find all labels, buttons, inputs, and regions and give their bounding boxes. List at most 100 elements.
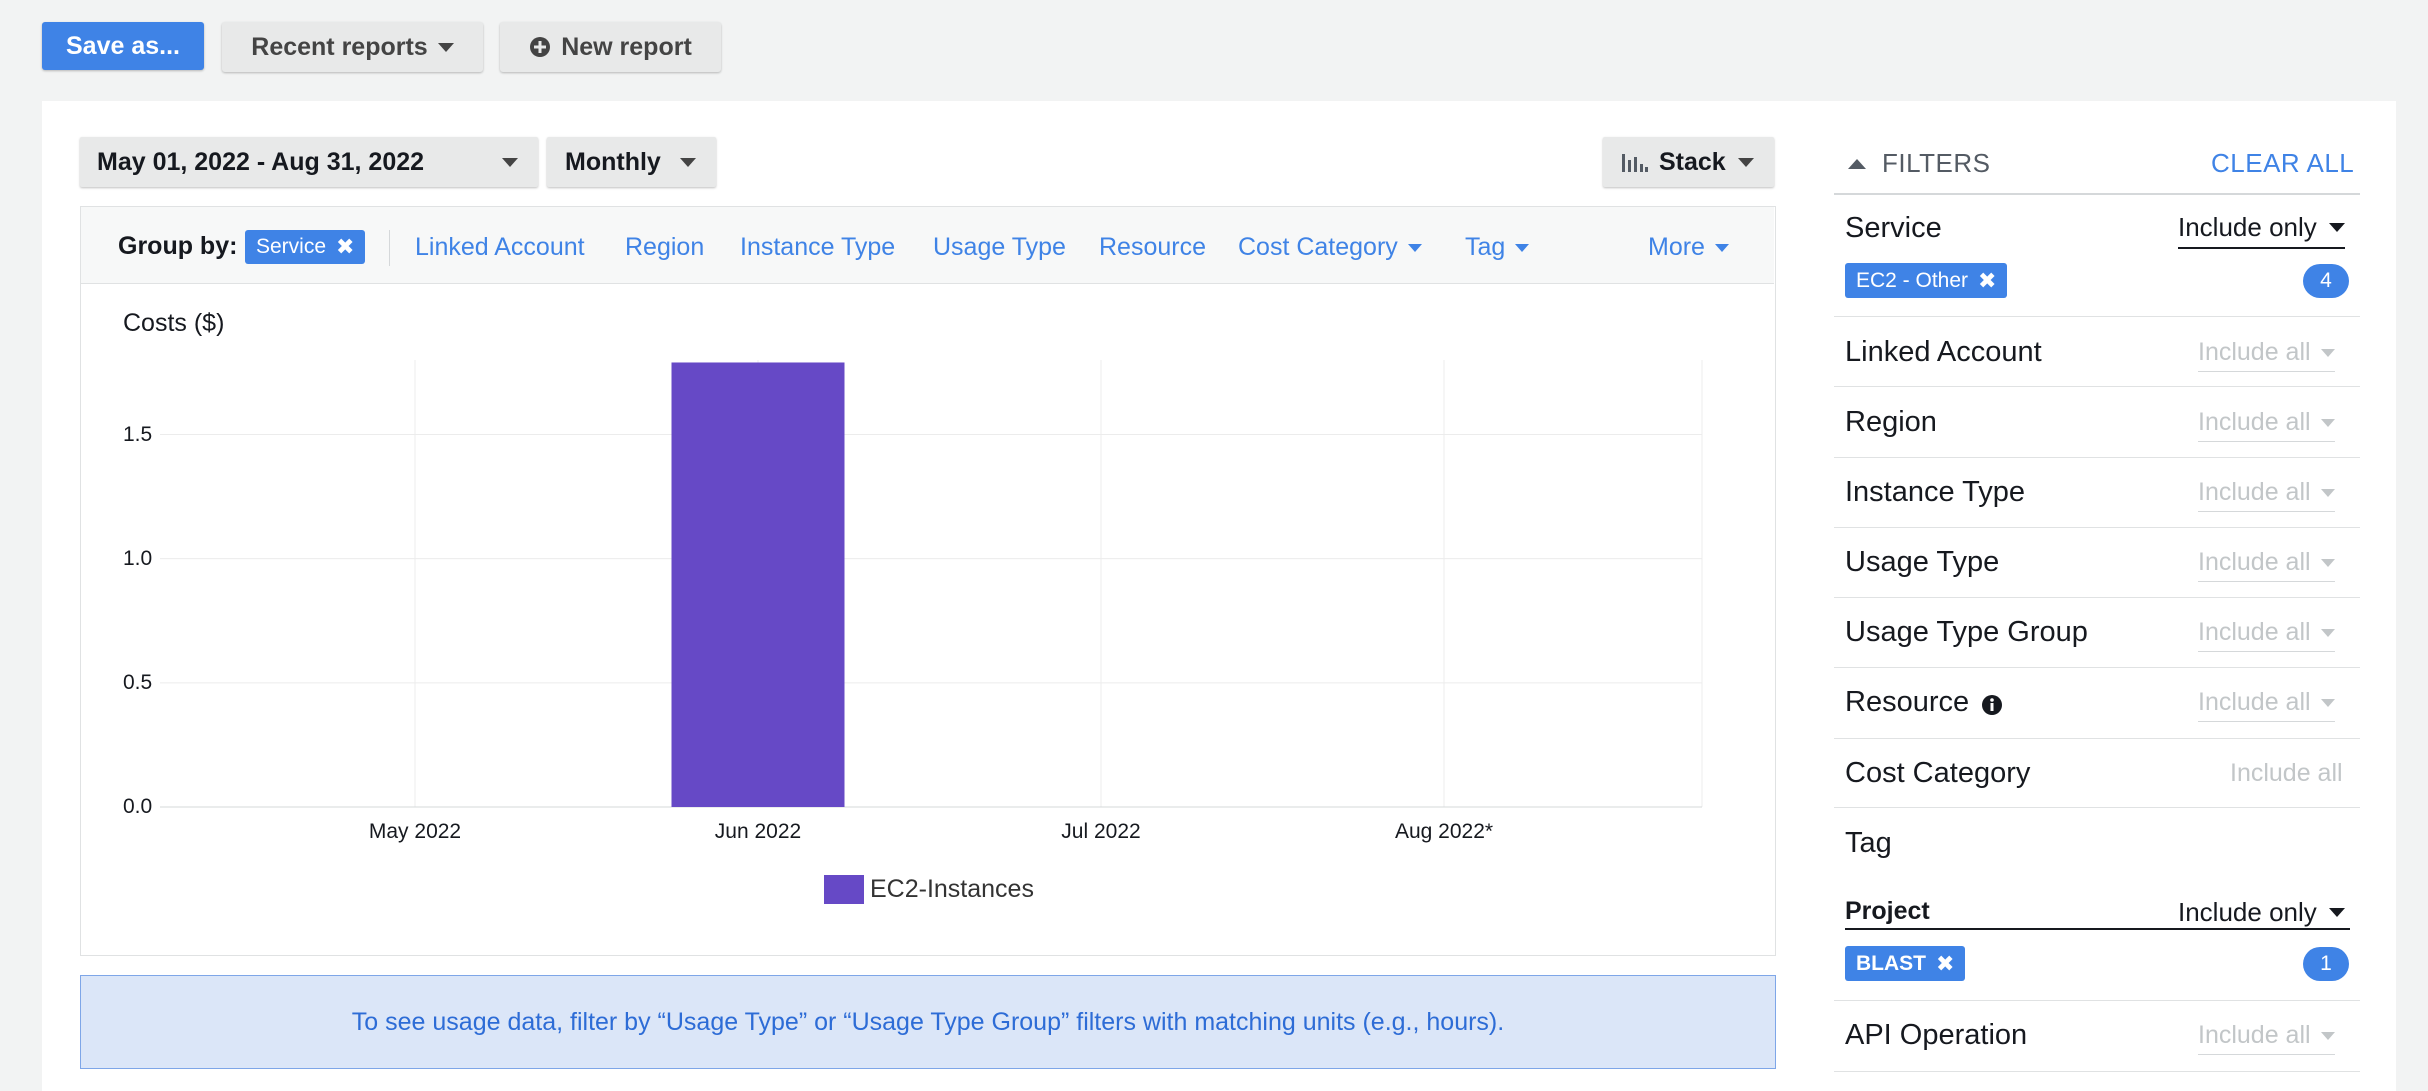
caret-down-icon [2328, 223, 2345, 232]
group-by-instance-type[interactable]: Instance Type [740, 233, 895, 262]
divider [1834, 457, 2360, 458]
filter-service-count: 4 [2303, 264, 2349, 298]
caret-down-icon [1714, 243, 1729, 252]
new-report-button[interactable]: New report [500, 22, 721, 72]
group-by-option-label: Instance Type [740, 233, 896, 261]
y-tick-label: 1.5 [123, 422, 153, 446]
group-by-chip-service[interactable]: Service ✖ [245, 230, 366, 264]
divider [1834, 597, 2360, 598]
filter-linked-account-label: Linked Account [1845, 336, 2042, 368]
divider [389, 230, 390, 266]
y-tick-label: 0.0 [123, 795, 153, 818]
filter-usage-type-select[interactable]: Include all [2198, 548, 2335, 582]
info-message-text: To see usage data, filter by “Usage Type… [351, 1007, 1505, 1036]
chart-panel [80, 206, 1776, 956]
group-by-region[interactable]: Region [625, 233, 704, 262]
filter-service-chip[interactable]: EC2 - Other ✖ [1845, 263, 2008, 298]
divider [1834, 193, 2360, 195]
filters-toggle[interactable]: FILTERS [1848, 148, 1990, 179]
recent-reports-button[interactable]: Recent reports [222, 22, 483, 72]
filter-resource-select[interactable]: Include all [2198, 688, 2335, 722]
filter-service-label: Service [1845, 212, 1942, 244]
new-report-label: New report [561, 32, 692, 61]
group-by-more[interactable]: More [1648, 233, 1729, 262]
filter-instance-type-select[interactable]: Include all [2198, 478, 2335, 512]
group-by-option-label: Resource [1099, 233, 1206, 261]
plus-circle-icon [530, 37, 551, 57]
group-by-resource[interactable]: Resource [1099, 233, 1206, 262]
save-as-button[interactable]: Save as... [42, 22, 204, 70]
close-icon[interactable]: ✖ [1936, 951, 1954, 977]
caret-down-icon [2320, 488, 2335, 497]
info-icon[interactable] [1981, 694, 2003, 716]
y-axis-label: Costs ($) [123, 309, 225, 337]
filter-project-mode-select[interactable]: Include only [2178, 897, 2345, 928]
filter-mode-label: Include all [2198, 548, 2311, 576]
filter-region-select[interactable]: Include all [2198, 408, 2335, 442]
close-icon[interactable]: ✖ [1978, 268, 1996, 294]
caret-down-icon [1407, 243, 1422, 252]
filter-usage-type-label: Usage Type [1845, 546, 2000, 578]
filters-title: FILTERS [1882, 148, 1991, 178]
filter-resource-label: Resource [1845, 686, 1970, 718]
caret-down-icon [1515, 243, 1530, 252]
caret-down-icon [502, 158, 518, 167]
x-tick-label: Jul 2022 [1061, 820, 1141, 843]
filter-linked-account-select[interactable]: Include all [2198, 338, 2335, 372]
group-by-option-label: Cost Category [1238, 233, 1398, 261]
group-by-label: Group by: [118, 232, 238, 260]
divider [1834, 1000, 2360, 1001]
group-by-chip-label: Service [256, 235, 327, 258]
y-tick-label: 1.0 [123, 546, 153, 570]
info-message: To see usage data, filter by “Usage Type… [80, 975, 1776, 1069]
legend-swatch [824, 875, 864, 904]
filter-api-operation-select[interactable]: Include all [2198, 1021, 2335, 1055]
caret-down-icon [2320, 348, 2335, 357]
caret-down-icon [437, 42, 454, 52]
group-by-option-label: Usage Type [933, 233, 1066, 261]
group-by-cost-category[interactable]: Cost Category [1238, 233, 1422, 262]
caret-down-icon [2328, 908, 2345, 917]
group-by-tag[interactable]: Tag [1465, 233, 1530, 262]
y-tick-label: 0.5 [123, 670, 153, 694]
x-tick-label: Jun 2022 [714, 820, 802, 843]
filter-mode-label: Include all [2198, 478, 2311, 506]
caret-down-icon [2320, 628, 2335, 637]
divider [1834, 386, 2360, 387]
caret-down-icon [2320, 558, 2335, 567]
filter-mode-label: Include all [2198, 618, 2311, 646]
date-range-select[interactable]: May 01, 2022 - Aug 31, 2022 [80, 137, 538, 187]
caret-down-icon [1738, 158, 1754, 167]
filter-project-chip[interactable]: BLAST ✖ [1845, 946, 1966, 981]
filter-service-mode-select[interactable]: Include only [2178, 212, 2345, 249]
filter-project-count: 1 [2303, 947, 2349, 981]
group-by-option-label: Tag [1465, 233, 1506, 261]
group-by-linked-account[interactable]: Linked Account [415, 233, 585, 262]
chart-style-select[interactable]: Stack [1603, 137, 1774, 187]
save-as-label: Save as... [66, 31, 180, 60]
divider [1834, 316, 2360, 317]
caret-down-icon [2320, 698, 2335, 707]
clear-all-link[interactable]: CLEAR ALL [2211, 148, 2354, 179]
filter-usage-type-group-select[interactable]: Include all [2198, 618, 2335, 652]
filter-service-mode: Include only [2178, 212, 2317, 242]
filter-instance-type-label: Instance Type [1845, 476, 2026, 508]
group-by-option-label: Region [625, 233, 705, 261]
group-by-usage-type[interactable]: Usage Type [933, 233, 1066, 262]
filter-mode-label: Include all [2198, 408, 2311, 436]
close-icon[interactable]: ✖ [336, 234, 354, 260]
group-by-option-label: Linked Account [415, 233, 585, 261]
filter-cost-category-mode[interactable]: Include all [2230, 759, 2343, 788]
granularity-select[interactable]: Monthly [547, 137, 716, 187]
bar-chart-icon [1622, 154, 1648, 172]
x-tick-label: Aug 2022* [1394, 820, 1494, 843]
chart-legend[interactable]: EC2-Instances [824, 875, 1034, 904]
filter-project-chip-label: BLAST [1856, 951, 1926, 975]
caret-down-icon [2320, 1031, 2335, 1040]
divider [1834, 738, 2360, 739]
filter-usage-type-group-label: Usage Type Group [1845, 616, 2088, 648]
divider [1845, 928, 2350, 930]
filter-tag-label: Tag [1845, 827, 1892, 859]
filter-project-mode: Include only [2178, 897, 2317, 927]
divider [1834, 527, 2360, 528]
